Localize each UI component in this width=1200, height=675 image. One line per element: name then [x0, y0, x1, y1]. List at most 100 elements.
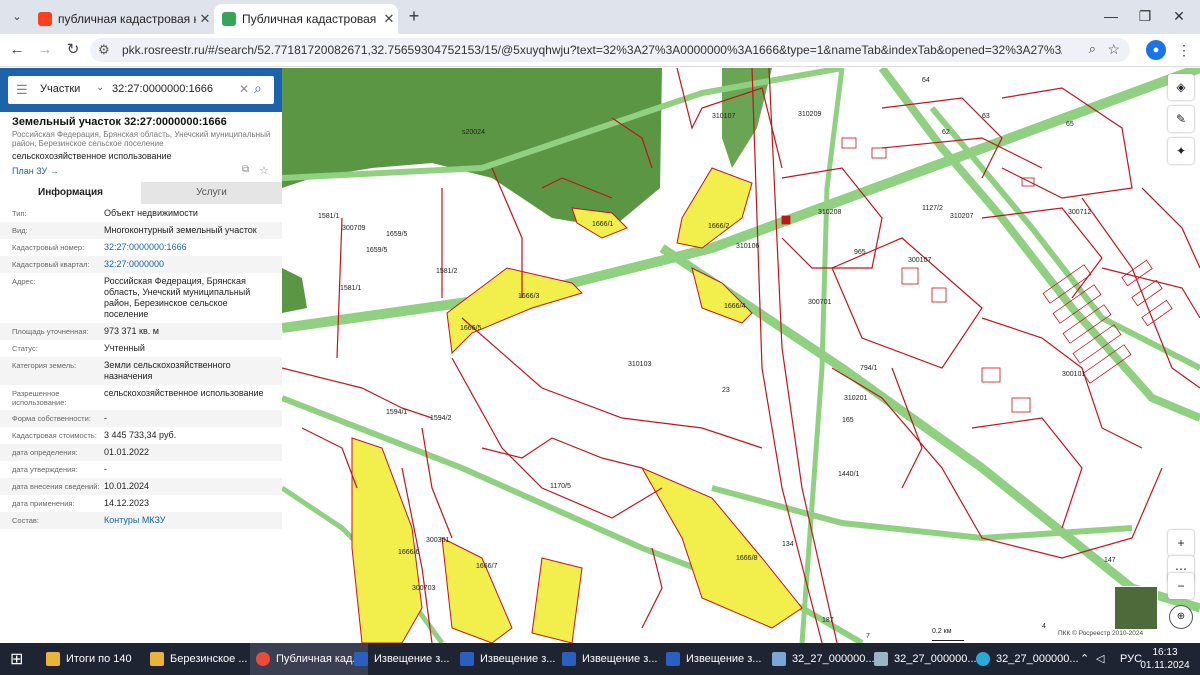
taskbar-item[interactable]: Березинское ...	[150, 643, 248, 675]
copy-icon[interactable]: ⧉	[242, 164, 249, 175]
yandex-icon	[38, 12, 52, 26]
taskbar-item[interactable]: 32_27_000000...	[772, 643, 875, 675]
map-label: 1666/8	[736, 555, 758, 562]
property-label: дата внесения сведений:	[12, 482, 100, 491]
property-label: Разрешенное использование:	[12, 389, 67, 407]
taskbar-label: 32_27_000000...	[996, 653, 1079, 665]
property-value: Многоконтурный земельный участок	[104, 225, 257, 235]
map-label: 62	[942, 129, 950, 136]
compass-icon[interactable]: ⊕	[1169, 605, 1193, 629]
reload-button[interactable]: ↻	[62, 39, 84, 61]
property-label: Вид:	[12, 226, 28, 235]
tray-chevron-icon[interactable]: ⌃	[1080, 643, 1089, 675]
image-icon	[772, 652, 786, 666]
property-row: Статус: Учтенный	[0, 340, 282, 357]
language-indicator[interactable]: РУС	[1120, 643, 1142, 675]
property-row: Кадастровый номер: 32:27:0000000:1666	[0, 239, 282, 256]
map-label: 310103	[628, 361, 651, 368]
search-input[interactable]: 32:27:0000000:1666	[112, 83, 213, 95]
browser-menu-icon[interactable]: ⋮	[1176, 40, 1192, 60]
chevron-down-icon[interactable]: ⌄	[96, 82, 104, 93]
clock[interactable]: 16:13 01.11.2024	[1140, 646, 1190, 672]
address-bar[interactable]: ⚙ pkk.rosreestr.ru/#/search/52.771817200…	[90, 38, 1130, 62]
property-row: Площадь уточненная: 973 371 кв. м	[0, 323, 282, 340]
property-value: Российская Федерация, Брянская область, …	[104, 276, 251, 319]
new-tab-button[interactable]: +	[402, 6, 426, 28]
property-row: Адрес: Российская Федерация, Брянская обл…	[0, 273, 282, 323]
map-label: 4	[1042, 623, 1046, 630]
property-value: Земли сельскохозяйственного назначения	[104, 360, 231, 381]
map-label: 1666/1	[592, 221, 614, 228]
clock-time: 16:13	[1152, 647, 1178, 658]
forest-area	[282, 268, 307, 313]
folder-icon	[46, 652, 60, 666]
clear-search-icon[interactable]: ✕	[239, 82, 249, 96]
map-label: 1666/2	[708, 223, 730, 230]
property-label: Тип:	[12, 209, 27, 218]
word-icon	[666, 652, 680, 666]
browser-toolbar: ← → ↻ ⚙ pkk.rosreestr.ru/#/search/52.771…	[0, 34, 1200, 67]
search-box[interactable]: ☰ Участки ⌄ 32:27:0000000:1666 ✕ ⌕	[8, 76, 274, 104]
maximize-button[interactable]: ❐	[1132, 6, 1158, 26]
bookmark-star-icon[interactable]: ☆	[1107, 41, 1120, 58]
tab-search-icon[interactable]: ⌄	[6, 7, 28, 27]
menu-icon[interactable]: ☰	[16, 82, 28, 98]
layers-icon[interactable]: ◈	[1168, 74, 1194, 100]
map-label: 310106	[736, 243, 759, 250]
forward-button[interactable]: →	[34, 39, 56, 61]
property-row: Форма собственности: -	[0, 410, 282, 427]
map-label: 300709	[342, 225, 365, 232]
map-label: 1659/5	[366, 247, 388, 254]
profile-avatar[interactable]: ●	[1146, 40, 1166, 60]
site-info-icon[interactable]: ⚙	[98, 42, 110, 58]
scale-bar	[932, 638, 964, 641]
taskbar-item[interactable]: Извещение з...	[354, 643, 449, 675]
taskbar-item[interactable]: Итоги по 140	[46, 643, 132, 675]
property-row: Тип: Объект недвижимости	[0, 205, 282, 222]
url-text[interactable]: pkk.rosreestr.ru/#/search/52.77181720082…	[122, 43, 1062, 57]
copyright-text: ПКК © Росреестр 2010-2024	[1058, 630, 1144, 637]
plan-link[interactable]: План ЗУ →	[12, 166, 59, 176]
property-row: дата внесения сведений: 10.01.2024	[0, 478, 282, 495]
tab-yandex-search[interactable]: публичная кадастровая карта ✕	[30, 4, 214, 34]
start-button[interactable]: ⊞	[10, 643, 23, 675]
map-label: 1440/1	[838, 471, 860, 478]
word-icon	[562, 652, 576, 666]
minimap-thumbnail[interactable]	[1114, 586, 1158, 630]
locate-icon[interactable]: ✦	[1168, 138, 1194, 164]
back-button[interactable]: ←	[6, 39, 28, 61]
property-value: 01.01.2022	[104, 447, 150, 457]
edge-icon	[976, 652, 990, 666]
tab-pkk[interactable]: Публичная кадастровая карта ✕	[214, 4, 398, 34]
measure-icon[interactable]: ✎	[1168, 106, 1194, 132]
property-value: Объект недвижимости	[104, 208, 198, 218]
property-value[interactable]: 32:27:0000000	[104, 259, 282, 270]
map-label: 310209	[798, 111, 821, 118]
taskbar-item[interactable]: Извещение з...	[562, 643, 657, 675]
property-value[interactable]: Контуры МКЗУ	[104, 515, 282, 526]
zoom-icon[interactable]: ⌕	[1089, 41, 1096, 57]
zoom-out-button[interactable]: −	[1168, 573, 1194, 599]
favorite-star-icon[interactable]: ☆	[259, 164, 269, 177]
taskbar-item[interactable]: 32_27_000000...	[874, 643, 977, 675]
property-label: Площадь уточненная:	[12, 327, 89, 336]
property-label: Форма собственности:	[12, 414, 91, 423]
zoom-in-button[interactable]: +	[1168, 530, 1194, 556]
minimize-button[interactable]: —	[1098, 6, 1124, 26]
taskbar-item[interactable]: Извещение з...	[666, 643, 761, 675]
search-icon[interactable]: ⌕	[254, 80, 262, 97]
search-type-select[interactable]: Участки	[40, 83, 80, 95]
taskbar-item[interactable]: 32_27_000000...	[976, 643, 1079, 675]
property-value[interactable]: 32:27:0000000:1666	[104, 242, 282, 253]
map-canvas[interactable]: 310107 310209 64 62 63 65 s20024 1581/1 …	[282, 68, 1200, 643]
tab-info[interactable]: Информация	[0, 182, 141, 206]
close-window-button[interactable]: ✕	[1166, 6, 1192, 26]
taskbar-item[interactable]: Публичная кад...	[250, 643, 368, 675]
close-tab-icon[interactable]: ✕	[380, 11, 398, 27]
tab-services[interactable]: Услуги	[141, 182, 282, 204]
cadastral-map[interactable]: 310107 310209 64 62 63 65 s20024 1581/1 …	[282, 68, 1200, 643]
close-tab-icon[interactable]: ✕	[196, 11, 214, 27]
volume-icon[interactable]: ◁	[1096, 643, 1104, 675]
taskbar-item[interactable]: Извещение з...	[460, 643, 555, 675]
map-label: 965	[854, 249, 866, 256]
